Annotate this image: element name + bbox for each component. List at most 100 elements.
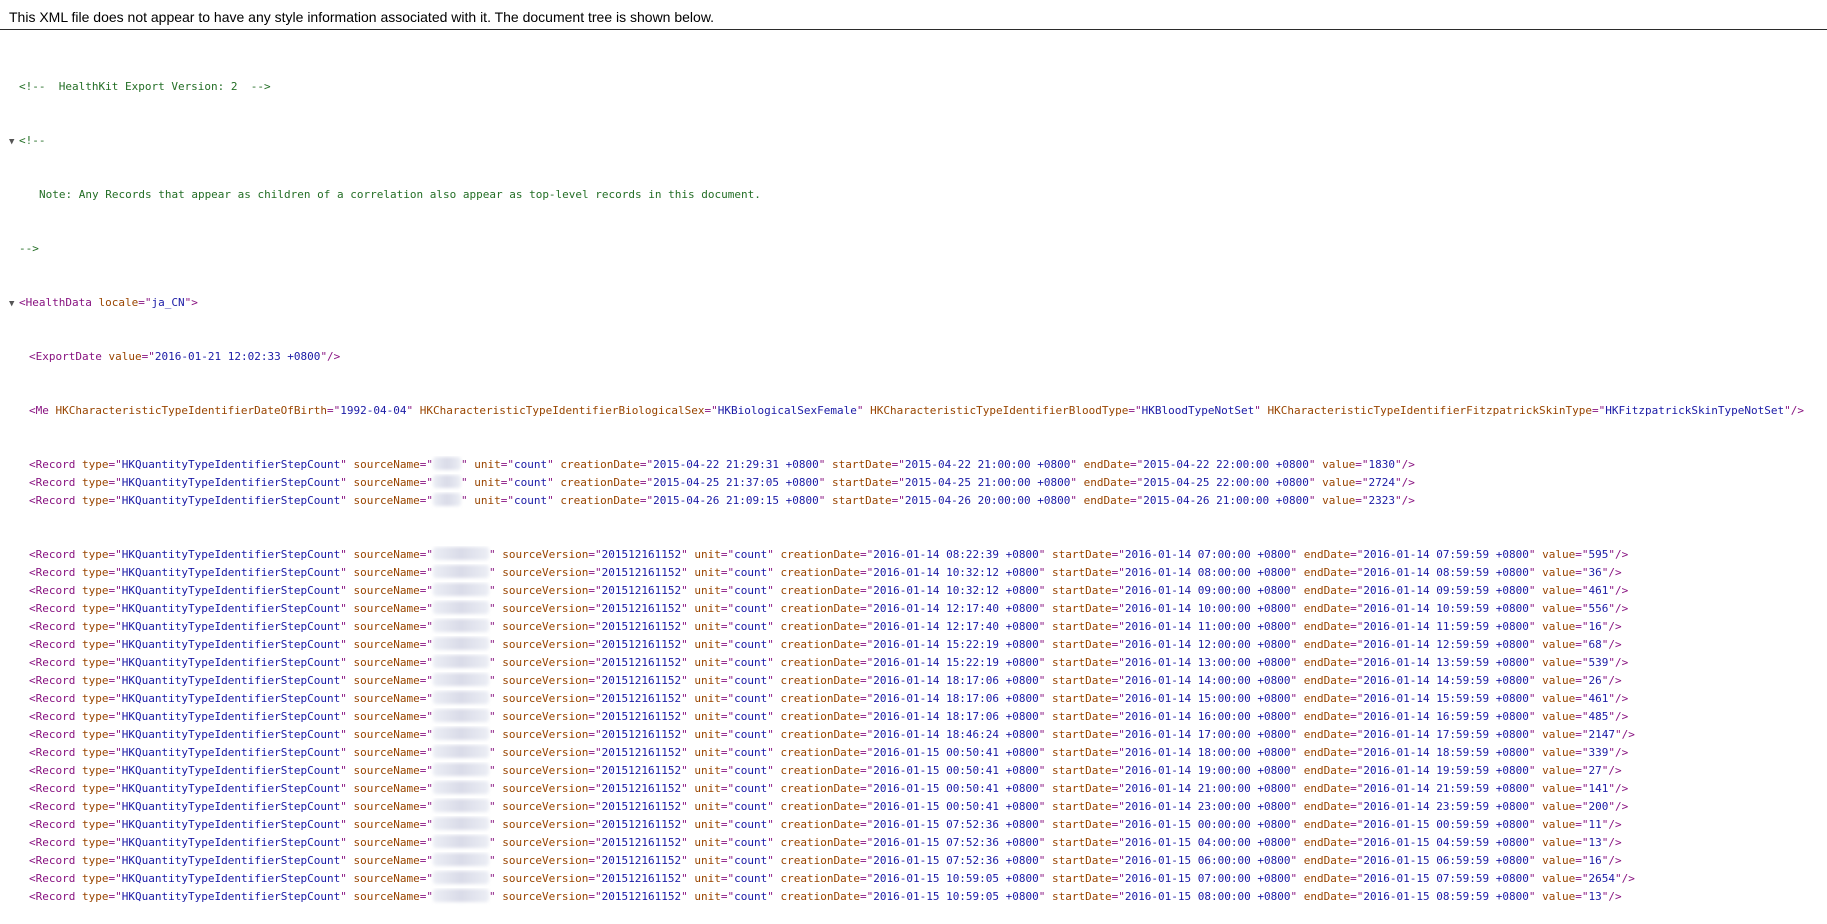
attr-eq: =" [1111, 692, 1125, 705]
attr-quote: " [340, 872, 347, 885]
attr-value: HKQuantityTypeIdentifierStepCount [121, 710, 341, 723]
attr-value: 201512161152 [601, 872, 682, 885]
attr-value: count [514, 494, 548, 507]
attr-name: unit [694, 872, 721, 885]
attr-name: type [82, 566, 109, 579]
attr-name: endDate [1303, 638, 1351, 651]
attr-quote: " [1528, 890, 1536, 903]
attr-eq: =" [1350, 764, 1364, 777]
attr-value: count [734, 620, 768, 633]
attr-name: unit [694, 836, 721, 849]
attr-name: sourceName [353, 692, 420, 705]
attr-quote: " [1528, 710, 1536, 723]
attr-name: sourceVersion [502, 638, 589, 651]
attr-quote: " [1290, 710, 1298, 723]
attr-value: 2016-01-14 21:00:00 +0800 [1124, 782, 1291, 795]
attr-eq: =" [720, 584, 735, 597]
attr-quote: " [767, 638, 774, 651]
attr-name: endDate [1303, 584, 1351, 597]
attr-quote: " [1308, 458, 1316, 471]
attr-eq: =" [108, 782, 122, 795]
attr-name: type [82, 890, 109, 903]
attr-quote: " [1601, 890, 1609, 903]
attr-quote: " [818, 494, 826, 507]
attr-name: type [82, 620, 109, 633]
attr-eq: =" [588, 746, 602, 759]
attr-name: unit [694, 674, 721, 687]
attr-eq: =" [720, 764, 735, 777]
attr-eq: =" [1575, 620, 1589, 633]
attr-eq: =" [500, 494, 515, 507]
attr-eq: =" [1350, 782, 1364, 795]
attr-name: creationDate [780, 548, 860, 561]
attr-eq: =" [1575, 566, 1589, 579]
attr-quote: " [681, 548, 688, 561]
attr-value: 201512161152 [601, 692, 682, 705]
redacted-source-name [433, 637, 490, 650]
attr-eq: =" [859, 746, 874, 759]
attr-value: 16 [1588, 854, 1602, 867]
attr-quote: " [1038, 620, 1046, 633]
attr-quote: " [1528, 872, 1536, 885]
attr-name: HKCharacteristicTypeIdentifierFitzpatric… [1267, 404, 1593, 417]
attr-quote: " [1394, 476, 1402, 489]
attr-name: sourceVersion [502, 746, 589, 759]
tag-open: < [29, 494, 36, 507]
tag-close: /> [1621, 872, 1635, 885]
attr-name: unit [694, 566, 721, 579]
xml-comment-version: <!-- HealthKit Export Version: 2 --> [9, 78, 1827, 96]
attr-quote: " [1038, 548, 1046, 561]
redacted-source-name [433, 565, 490, 578]
attr-eq: =" [419, 854, 434, 867]
attr-name: startDate [1052, 710, 1112, 723]
attr-quote: " [1038, 566, 1046, 579]
collapse-triangle-icon[interactable]: ▼ [9, 133, 19, 150]
attr-name: sourceName [353, 836, 420, 849]
collapse-triangle-icon[interactable]: ▼ [9, 295, 19, 312]
attr-eq: =" [1575, 638, 1589, 651]
attr-name: sourceName [353, 584, 420, 597]
attr-quote: " [547, 494, 554, 507]
attr-eq: =" [108, 494, 122, 507]
attr-eq: =" [1350, 890, 1364, 903]
xml-record: <Record type="HKQuantityTypeIdentifierSt… [9, 726, 1827, 744]
attr-quote: " [1528, 746, 1536, 759]
attr-eq: =" [1575, 674, 1589, 687]
attr-value: HKQuantityTypeIdentifierStepCount [121, 602, 341, 615]
attr-eq: =" [419, 602, 434, 615]
tag-name: Record [35, 854, 76, 867]
attr-name: type [82, 584, 109, 597]
xml-record: <Record type="HKQuantityTypeIdentifierSt… [9, 708, 1827, 726]
tag-open: < [29, 854, 36, 867]
attr-name: sourceVersion [502, 782, 589, 795]
xml-record: <Record type="HKQuantityTypeIdentifierSt… [9, 456, 1827, 474]
attr-eq: =" [639, 494, 654, 507]
attr-name: value [1542, 746, 1576, 759]
attr-quote: " [1038, 692, 1046, 705]
attr-value: HKQuantityTypeIdentifierStepCount [121, 890, 341, 903]
xml-comment-note-open[interactable]: ▼ <!-- [9, 132, 1827, 150]
attr-name: creationDate [780, 764, 860, 777]
attr-name: endDate [1303, 872, 1351, 885]
attr-eq: =" [1350, 872, 1364, 885]
tag-name: Record [35, 476, 76, 489]
attr-quote: " [1038, 890, 1046, 903]
attr-quote: " [1290, 836, 1298, 849]
attr-eq: =" [891, 458, 905, 471]
tag-open: < [29, 710, 36, 723]
attr-eq: =" [1575, 872, 1589, 885]
attr-value: 2016-01-14 21:59:59 +0800 [1363, 782, 1529, 795]
attr-value: 2016-01-14 10:32:12 +0800 [873, 584, 1039, 597]
attr-value: 201512161152 [601, 710, 682, 723]
redacted-source-name [433, 781, 490, 794]
attr-quote: " [1290, 854, 1298, 867]
attr-eq: =" [720, 728, 735, 741]
attr-name: unit [694, 692, 721, 705]
attr-value: 2323 [1368, 494, 1395, 507]
attr-eq: =" [1350, 674, 1364, 687]
attr-value: 2016-01-15 10:59:05 +0800 [873, 872, 1039, 885]
xml-healthdata-open[interactable]: ▼ <HealthData locale="ja_CN"> [9, 294, 1827, 312]
attr-quote: " [489, 602, 496, 615]
attr-value: count [734, 656, 768, 669]
attr-value: 2015-04-22 21:00:00 +0800 [904, 458, 1071, 471]
